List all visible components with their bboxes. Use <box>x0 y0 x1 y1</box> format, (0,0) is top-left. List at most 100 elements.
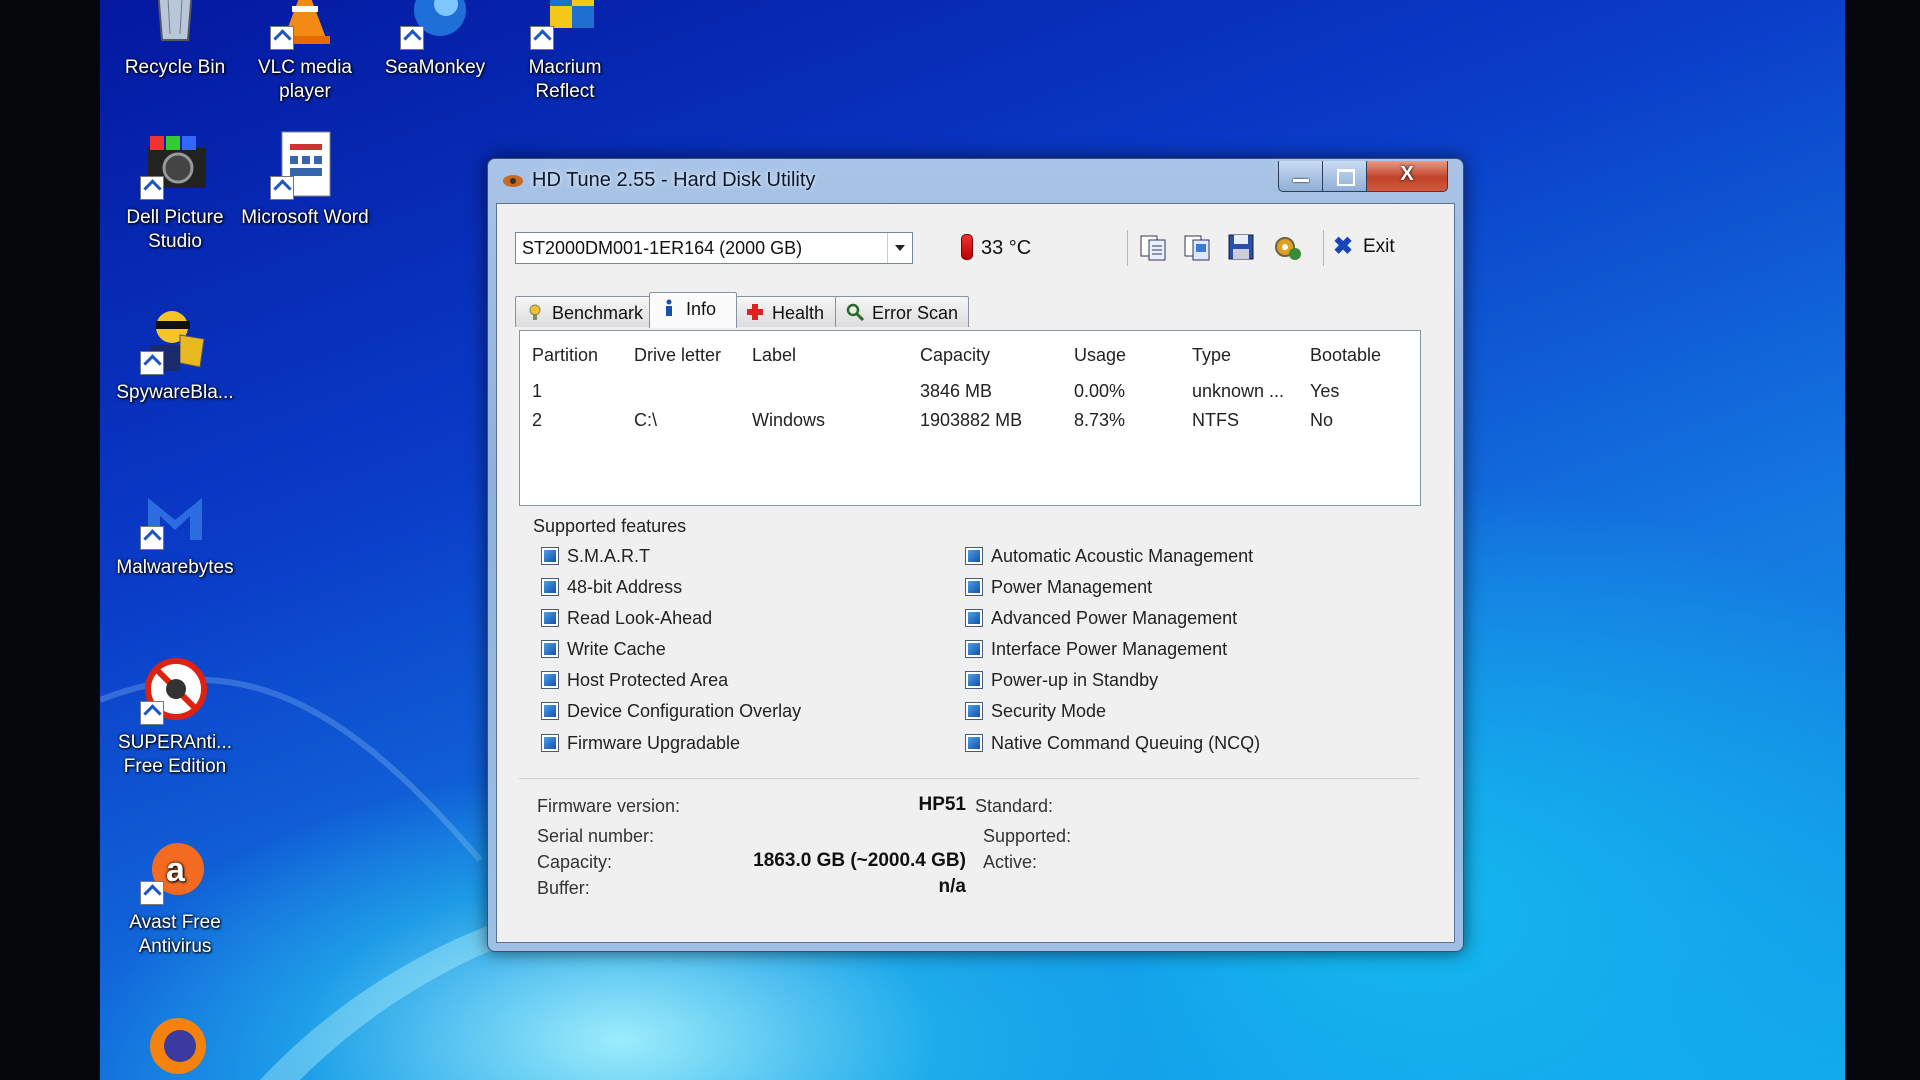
tab-error-scan[interactable]: Error Scan <box>835 296 969 327</box>
feature-label: 48-bit Address <box>567 577 683 597</box>
malwarebytes-icon <box>140 480 210 550</box>
save-button[interactable] <box>1225 232 1257 262</box>
spywareblaster-icon <box>140 305 210 375</box>
shortcut-arrow-icon <box>140 176 164 200</box>
desktop-icon-malwarebytes[interactable]: Malwarebytes <box>110 480 240 580</box>
shortcut-arrow-icon <box>270 26 294 50</box>
feature-label: S.M.A.R.T <box>567 546 651 566</box>
checked-box-icon <box>541 547 559 565</box>
recycle-bin-icon <box>140 0 210 50</box>
feature-label: Host Protected Area <box>567 670 729 690</box>
copy-screenshot-button[interactable] <box>1181 232 1213 262</box>
avast-icon: a <box>140 835 210 905</box>
column-header[interactable]: Partition <box>532 345 598 366</box>
superantispyware-icon <box>140 655 210 725</box>
macrium-reflect-icon <box>530 0 600 50</box>
title-bar[interactable]: HD Tune 2.55 - Hard Disk Utility X <box>488 159 1463 203</box>
tab-label: Error Scan <box>872 303 959 323</box>
desktop-icon-recycle-bin[interactable]: Recycle Bin <box>110 0 240 80</box>
copy-text-icon <box>1140 235 1166 261</box>
desktop-icon-firefox[interactable] <box>110 1010 240 1080</box>
tab-info[interactable]: Info <box>649 292 737 328</box>
desktop-icon-macrium[interactable]: Macrium Reflect <box>500 0 630 104</box>
partition-list[interactable]: Partition Drive letter Label Capacity Us… <box>519 330 1421 506</box>
table-cell: Windows <box>752 410 826 430</box>
checked-box-icon <box>965 578 983 596</box>
table-cell: 3846 MB <box>920 381 993 401</box>
tab-label: Health <box>772 303 825 323</box>
tab-benchmark[interactable]: Benchmark <box>515 296 651 327</box>
column-header[interactable]: Capacity <box>920 345 990 366</box>
save-icon <box>1228 234 1254 260</box>
desktop-icon-label: Macrium Reflect <box>528 57 602 102</box>
options-button[interactable] <box>1271 232 1303 262</box>
checked-box-icon <box>965 702 983 720</box>
tab-health[interactable]: Health <box>735 296 837 327</box>
feature-label: Power Management <box>991 577 1153 597</box>
feature-label: Read Look-Ahead <box>567 608 713 628</box>
thermometer-icon <box>961 234 973 260</box>
desktop-icon-label: Microsoft Word <box>241 207 369 228</box>
table-cell: NTFS <box>1192 410 1239 430</box>
close-icon: X <box>1400 163 1414 185</box>
info-icon <box>666 299 672 316</box>
svg-text:a: a <box>166 851 186 889</box>
capacity-label: Capacity: <box>537 852 613 872</box>
copy-screenshot-icon <box>1184 235 1210 261</box>
shortcut-arrow-icon <box>530 26 554 50</box>
tab-label: Info <box>686 299 717 319</box>
drive-select[interactable]: ST2000DM001-1ER164 (2000 GB) <box>515 232 913 264</box>
copy-text-button[interactable] <box>1137 232 1169 262</box>
desktop-icon-dell-picture-studio[interactable]: Dell Picture Studio <box>110 130 240 254</box>
hd-tune-app-icon <box>502 171 524 191</box>
desktop-icon-label: Malwarebytes <box>116 557 234 578</box>
shortcut-arrow-icon <box>140 351 164 375</box>
buffer-label: Buffer: <box>537 878 590 898</box>
desktop-icon-vlc[interactable]: VLC media player <box>240 0 370 104</box>
feature-label: Firmware Upgradable <box>567 733 741 753</box>
table-cell: 1 <box>532 381 543 401</box>
checked-box-icon <box>541 609 559 627</box>
desktop-icon-spywareblaster[interactable]: SpywareBla... <box>110 305 240 405</box>
desktop-icon-label: Avast Free Antivirus <box>129 912 221 957</box>
desktop-icon-seamonkey[interactable]: SeaMonkey <box>370 0 500 80</box>
shortcut-arrow-icon <box>140 701 164 725</box>
desktop-icon-label: Dell Picture Studio <box>126 207 224 252</box>
feature-label: Security Mode <box>991 701 1107 721</box>
column-header[interactable]: Type <box>1192 345 1231 366</box>
minimize-button[interactable] <box>1278 161 1324 192</box>
minimize-icon <box>1293 179 1309 182</box>
table-cell: 2 <box>532 410 543 430</box>
desktop-icon-label: Recycle Bin <box>124 57 226 78</box>
dell-picture-studio-icon <box>140 130 210 200</box>
chevron-down-icon[interactable] <box>887 233 912 263</box>
window-client-area: ST2000DM001-1ER164 (2000 GB) 33 °C ✖ Exi… <box>496 203 1455 943</box>
checked-box-icon <box>965 547 983 565</box>
exit-x-icon: ✖ <box>1333 233 1354 260</box>
column-header[interactable]: Label <box>752 345 796 366</box>
shortcut-arrow-icon <box>270 176 294 200</box>
exit-label: Exit <box>1363 236 1395 257</box>
desktop-icon-superantispyware[interactable]: SUPERAnti... Free Edition <box>110 655 240 779</box>
microsoft-word-document-icon <box>270 130 340 200</box>
desktop-icon-label: VLC media player <box>258 57 352 102</box>
table-cell: 1903882 MB <box>920 410 1023 430</box>
window-title: HD Tune 2.55 - Hard Disk Utility <box>532 169 816 191</box>
supported-features-label: Supported features <box>533 516 687 536</box>
column-header[interactable]: Bootable <box>1310 345 1381 366</box>
firefox-icon <box>140 1010 210 1080</box>
section-divider <box>519 778 1419 779</box>
checked-box-icon <box>965 609 983 627</box>
desktop-icon-avast[interactable]: a Avast Free Antivirus <box>110 835 240 959</box>
temperature-value: 33 °C <box>981 237 1032 259</box>
desktop-icon-label: SUPERAnti... Free Edition <box>117 732 233 777</box>
desktop-icon-microsoft-word[interactable]: Microsoft Word <box>240 130 370 230</box>
standard-label: Standard: <box>975 796 1054 816</box>
feature-label: Interface Power Management <box>991 639 1228 659</box>
capacity-value: 1863.0 GB (~2000.4 GB) <box>753 850 966 871</box>
close-button[interactable]: X <box>1366 161 1448 192</box>
maximize-button[interactable] <box>1322 161 1368 192</box>
column-header[interactable]: Drive letter <box>634 345 721 366</box>
feature-label: Native Command Queuing (NCQ) <box>991 733 1261 753</box>
column-header[interactable]: Usage <box>1074 345 1126 366</box>
